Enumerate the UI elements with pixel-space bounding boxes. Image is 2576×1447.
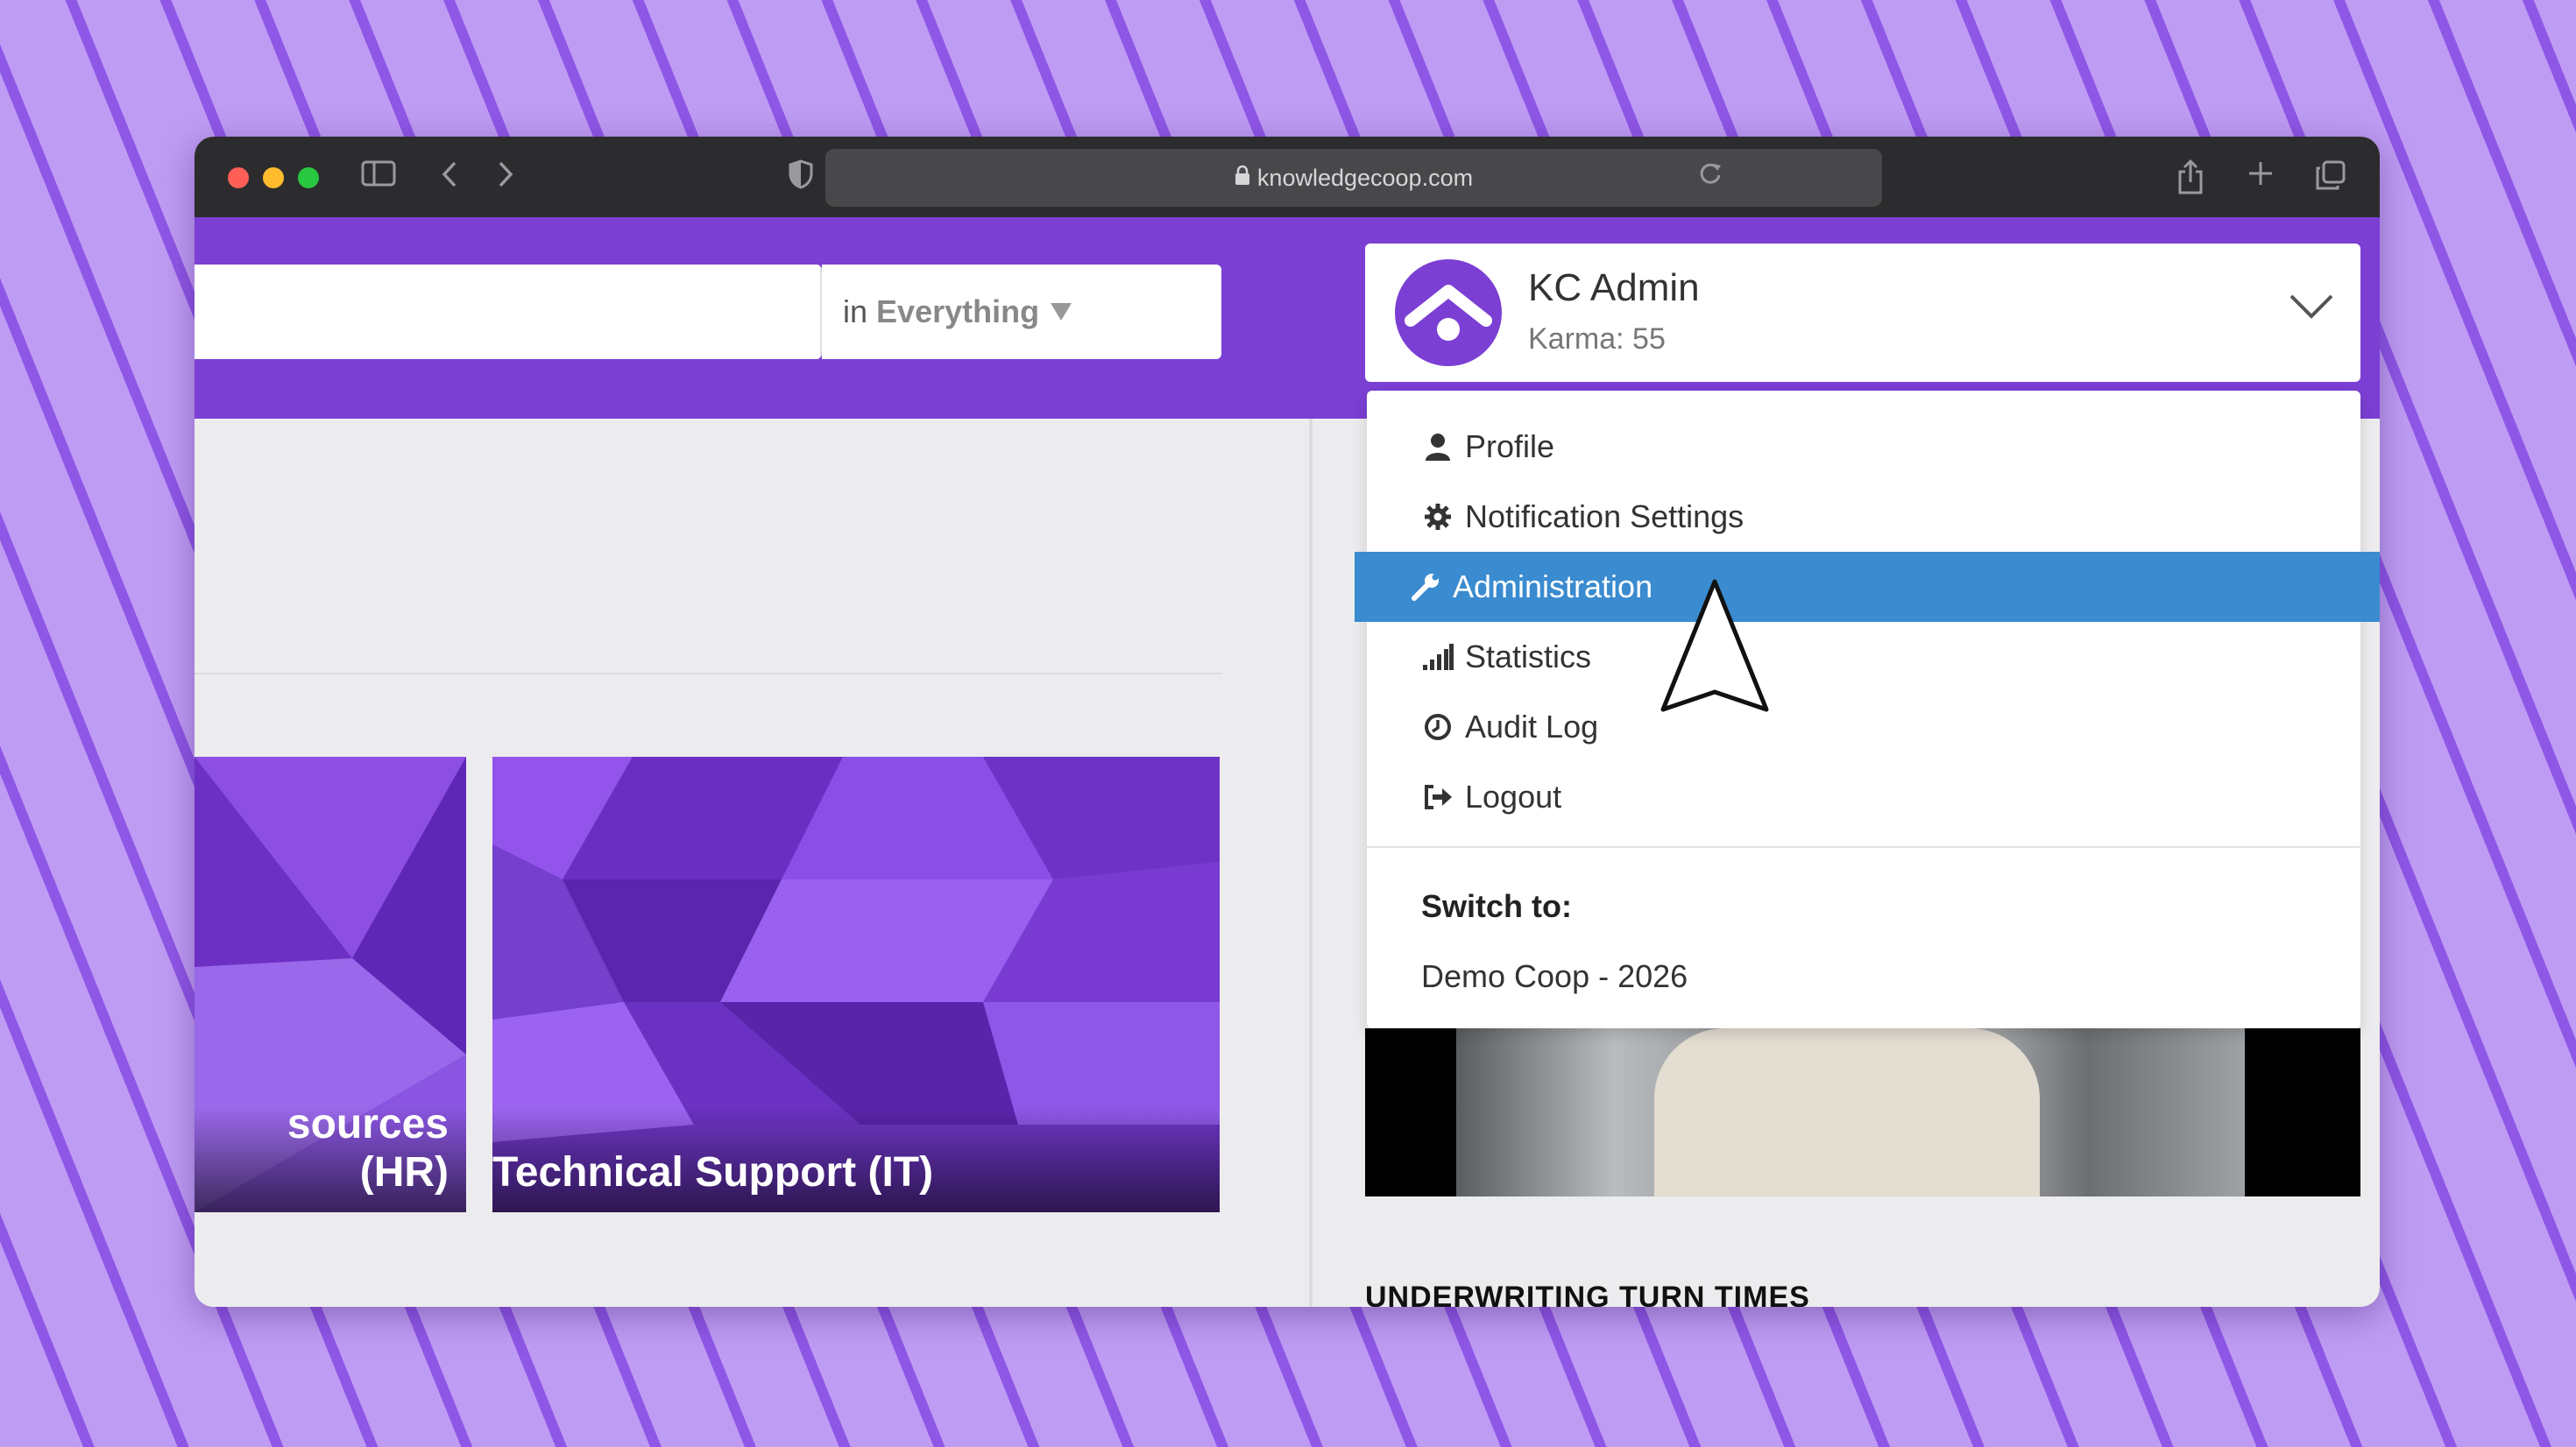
user-menu-toggle[interactable]: KC Admin Karma: 55 [1365, 244, 2360, 382]
column-separator [1309, 419, 1313, 1307]
menu-item-label: Administration [1453, 568, 1653, 604]
avatar [1395, 259, 1502, 366]
menu-item-administration[interactable]: Administration [1355, 552, 2380, 622]
reload-icon[interactable] [1698, 159, 1723, 194]
wrench-icon [1409, 572, 1442, 602]
main-content: sources (HR) Technical Support (IT) [195, 419, 1309, 1307]
new-tab-icon[interactable] [2247, 159, 2275, 195]
content-divider [195, 673, 1221, 674]
search-input[interactable] [195, 265, 822, 359]
browser-titlebar: knowledgecoop.com [195, 137, 2380, 217]
chevron-down-icon [2289, 282, 2334, 330]
category-tile-hr[interactable]: sources (HR) [195, 757, 466, 1212]
tile-caption: Technical Support (IT) [492, 1107, 1220, 1212]
search-scope-value: Everything [876, 293, 1040, 329]
menu-item-notification-settings[interactable]: Notification Settings [1421, 482, 1744, 552]
tab-overview-icon[interactable] [2315, 159, 2346, 199]
menu-item-audit-log[interactable]: Audit Log [1421, 692, 1598, 762]
minimize-window-button[interactable] [263, 167, 284, 188]
browser-window: knowledgecoop.com in Everything sources … [195, 137, 2380, 1307]
back-icon[interactable] [440, 159, 459, 197]
close-window-button[interactable] [228, 167, 249, 188]
sign-out-icon [1421, 784, 1454, 810]
kc-logo-icon [1405, 285, 1492, 341]
user-name: KC Admin [1528, 266, 1700, 309]
search-scope-select[interactable]: in Everything [822, 265, 1221, 359]
switch-coop-item[interactable]: Demo Coop - 2026 [1421, 958, 1688, 995]
switch-to-label: Switch to: [1421, 888, 1572, 924]
menu-item-label: Audit Log [1465, 709, 1599, 745]
url-text: knowledgecoop.com [1256, 164, 1474, 191]
search-scope-prefix: in [843, 293, 868, 329]
person-sweater [1654, 1028, 2040, 1196]
privacy-shield-icon[interactable] [789, 159, 813, 197]
section-title: UNDERWRITING TURN TIMES [1365, 1281, 1810, 1307]
menu-item-label: Logout [1465, 779, 1562, 815]
menu-item-label: Statistics [1465, 639, 1592, 674]
signal-bars-icon [1421, 644, 1454, 670]
user-icon [1421, 433, 1454, 461]
menu-divider [1367, 846, 2360, 848]
address-bar[interactable]: knowledgecoop.com [825, 149, 1882, 207]
share-icon[interactable] [2176, 159, 2204, 202]
menu-item-logout[interactable]: Logout [1421, 762, 1561, 832]
sidebar-toggle-icon[interactable] [361, 159, 396, 195]
clock-icon [1421, 713, 1454, 741]
zoom-window-button[interactable] [298, 167, 319, 188]
tile-caption: sources (HR) [195, 1101, 466, 1212]
menu-item-label: Profile [1465, 428, 1555, 464]
gear-icon [1421, 503, 1454, 531]
lock-icon [1235, 165, 1250, 192]
menu-item-profile[interactable]: Profile [1421, 412, 1554, 482]
user-karma: Karma: 55 [1528, 322, 1666, 356]
mouse-cursor-icon [1660, 579, 1769, 712]
video-thumbnail[interactable] [1365, 1028, 2360, 1196]
menu-item-statistics[interactable]: Statistics [1421, 622, 1591, 692]
menu-item-label: Notification Settings [1465, 498, 1744, 534]
user-dropdown-menu: Profile Notification Settings Administra… [1355, 391, 2380, 1028]
forward-icon[interactable] [496, 159, 515, 197]
caret-down-icon [1050, 293, 1072, 330]
category-tile-it[interactable]: Technical Support (IT) [492, 757, 1220, 1212]
